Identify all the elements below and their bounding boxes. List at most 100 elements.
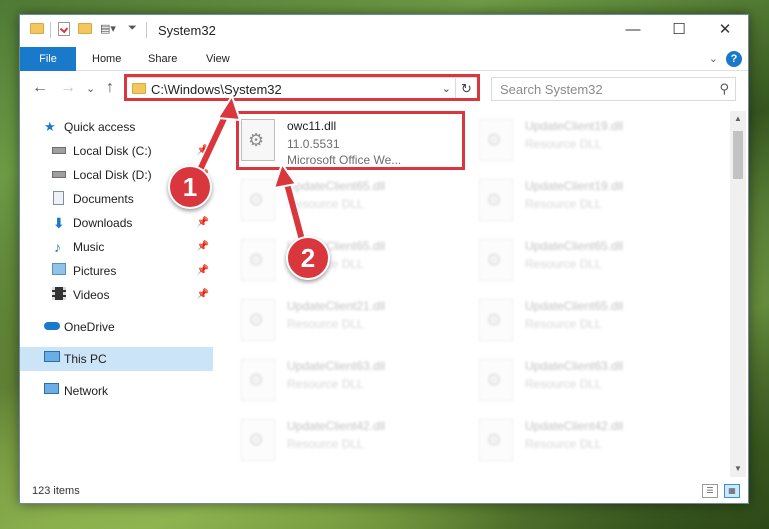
file-name: UpdateClient63.dll <box>287 359 386 373</box>
pin-icon[interactable]: 📌 <box>197 289 209 300</box>
dll-file-icon: ⚙ <box>241 299 275 341</box>
help-icon[interactable]: ? <box>726 51 742 67</box>
cloud-icon <box>44 322 60 330</box>
customize-toolbar-icon[interactable]: ▤▾ <box>100 22 116 35</box>
file-item[interactable]: ⚙ UpdateClient63.dll Resource DLL <box>241 355 461 413</box>
close-button[interactable]: ✕ <box>702 15 748 45</box>
sidebar-item-music[interactable]: ♪ Music 📌 <box>20 235 213 259</box>
up-arrow-icon[interactable]: ↑ <box>106 79 114 97</box>
file-type: Resource DLL <box>525 437 602 451</box>
dll-file-icon: ⚙ <box>479 179 513 221</box>
file-item[interactable]: ⚙ UpdateClient19.dll Resource DLL <box>479 175 699 233</box>
forward-arrow-icon[interactable]: → <box>60 79 76 97</box>
search-icon[interactable]: ⚲ <box>719 81 729 97</box>
back-arrow-icon[interactable]: ← <box>32 79 48 97</box>
sidebar-item-downloads[interactable]: ⬇ Downloads 📌 <box>20 211 213 235</box>
folder-icon <box>30 23 44 34</box>
file-name: UpdateClient65.dll <box>525 239 624 253</box>
window-title: System32 <box>158 23 216 38</box>
drive-icon <box>52 171 66 178</box>
file-item[interactable]: ⚙ UpdateClient42.dll Resource DLL <box>241 415 461 473</box>
file-name: UpdateClient19.dll <box>525 119 624 133</box>
file-type: Resource DLL <box>525 317 602 331</box>
sidebar-item-label: Documents <box>73 192 134 206</box>
dll-file-icon: ⚙ <box>241 239 275 281</box>
scroll-up-icon[interactable]: ▲ <box>730 111 746 127</box>
sidebar-item-local-disk-c[interactable]: Local Disk (C:) 📌 <box>20 139 213 163</box>
file-item[interactable]: ⚙ UpdateClient65.dll Resource DLL <box>241 235 461 293</box>
tab-view[interactable]: View <box>194 47 242 71</box>
sidebar-item-this-pc[interactable]: This PC <box>20 347 213 371</box>
sidebar-item-pictures[interactable]: Pictures 📌 <box>20 259 213 283</box>
sidebar-item-label: This PC <box>64 352 107 366</box>
minimize-button[interactable]: — <box>610 15 656 45</box>
vertical-scrollbar[interactable]: ▲ ▼ <box>730 111 746 477</box>
file-item[interactable]: ⚙ UpdateClient65.dll Resource DLL <box>241 175 461 233</box>
sidebar-item-videos[interactable]: Videos 📌 <box>20 283 213 307</box>
address-highlight-box <box>124 74 480 101</box>
recent-locations-icon[interactable]: ⌄ <box>86 82 95 95</box>
search-input[interactable]: Search System32 ⚲ <box>491 77 736 101</box>
network-icon <box>44 383 59 394</box>
quick-access-dropdown-icon[interactable]: ⏷ <box>128 22 137 35</box>
dll-file-icon: ⚙ <box>479 359 513 401</box>
sidebar-item-label: Local Disk (D:) <box>73 168 152 182</box>
dll-file-icon: ⚙ <box>241 419 275 461</box>
file-name: UpdateClient19.dll <box>525 179 624 193</box>
scroll-thumb[interactable] <box>733 131 743 179</box>
maximize-button[interactable]: ☐ <box>656 15 702 45</box>
dll-file-icon: ⚙ <box>479 239 513 281</box>
dll-file-icon: ⚙ <box>479 119 513 161</box>
tab-home[interactable]: Home <box>80 47 133 71</box>
scroll-down-icon[interactable]: ▼ <box>730 461 746 477</box>
pin-icon[interactable]: 📌 <box>197 241 209 252</box>
tab-share[interactable]: Share <box>136 47 189 71</box>
file-name: UpdateClient42.dll <box>525 419 624 433</box>
dll-file-icon: ⚙ <box>479 419 513 461</box>
star-icon: ★ <box>44 119 56 134</box>
computer-icon <box>44 351 60 362</box>
sidebar-item-label: Music <box>73 240 105 254</box>
drive-icon <box>52 147 66 154</box>
file-item[interactable]: ⚙ UpdateClient63.dll Resource DLL <box>479 355 699 413</box>
sidebar-item-network[interactable]: Network <box>20 379 213 403</box>
title-bar: ▤▾ ⏷ System32 — ☐ ✕ <box>20 15 748 47</box>
file-type: Resource DLL <box>287 317 364 331</box>
new-folder-icon[interactable] <box>78 23 92 34</box>
expand-ribbon-icon[interactable]: ⌄ <box>709 52 718 65</box>
music-icon: ♪ <box>54 239 61 255</box>
file-item[interactable]: ⚙ UpdateClient19.dll Resource DLL <box>479 115 699 173</box>
file-highlight-box <box>236 111 465 170</box>
tab-file[interactable]: File <box>20 47 76 71</box>
sidebar-item-label: Local Disk (C:) <box>73 144 152 158</box>
dll-file-icon: ⚙ <box>241 179 275 221</box>
file-name: UpdateClient65.dll <box>287 179 386 193</box>
pin-icon[interactable]: 📌 <box>197 145 209 156</box>
sidebar-item-onedrive[interactable]: OneDrive <box>20 315 213 339</box>
details-view-icon[interactable]: ☰ <box>702 484 718 498</box>
pin-icon[interactable]: 📌 <box>197 217 209 228</box>
file-item[interactable]: ⚙ UpdateClient65.dll Resource DLL <box>479 235 699 293</box>
pin-icon[interactable]: 📌 <box>197 265 209 276</box>
sidebar-item-quick-access[interactable]: ★ Quick access <box>20 115 213 139</box>
item-count: 123 items <box>32 485 80 497</box>
sidebar-item-label: Pictures <box>73 264 117 278</box>
file-type: Resource DLL <box>525 197 602 211</box>
file-name: UpdateClient21.dll <box>287 299 386 313</box>
sidebar-item-label: Quick access <box>64 120 136 134</box>
file-item[interactable]: ⚙ UpdateClient42.dll Resource DLL <box>479 415 699 473</box>
divider <box>50 22 51 38</box>
sidebar-item-label: OneDrive <box>64 320 115 334</box>
file-name: UpdateClient65.dll <box>525 299 624 313</box>
search-placeholder: Search System32 <box>500 82 603 97</box>
properties-icon[interactable] <box>58 22 70 36</box>
callout-marker-1: 1 <box>168 165 212 209</box>
file-type: Resource DLL <box>525 377 602 391</box>
file-type: Resource DLL <box>525 137 602 151</box>
pictures-icon <box>52 263 66 275</box>
file-type: Resource DLL <box>287 437 364 451</box>
tiles-view-icon[interactable]: ▦ <box>724 484 740 498</box>
file-item[interactable]: ⚙ UpdateClient21.dll Resource DLL <box>241 295 461 353</box>
file-type: Resource DLL <box>287 377 364 391</box>
file-item[interactable]: ⚙ UpdateClient65.dll Resource DLL <box>479 295 699 353</box>
